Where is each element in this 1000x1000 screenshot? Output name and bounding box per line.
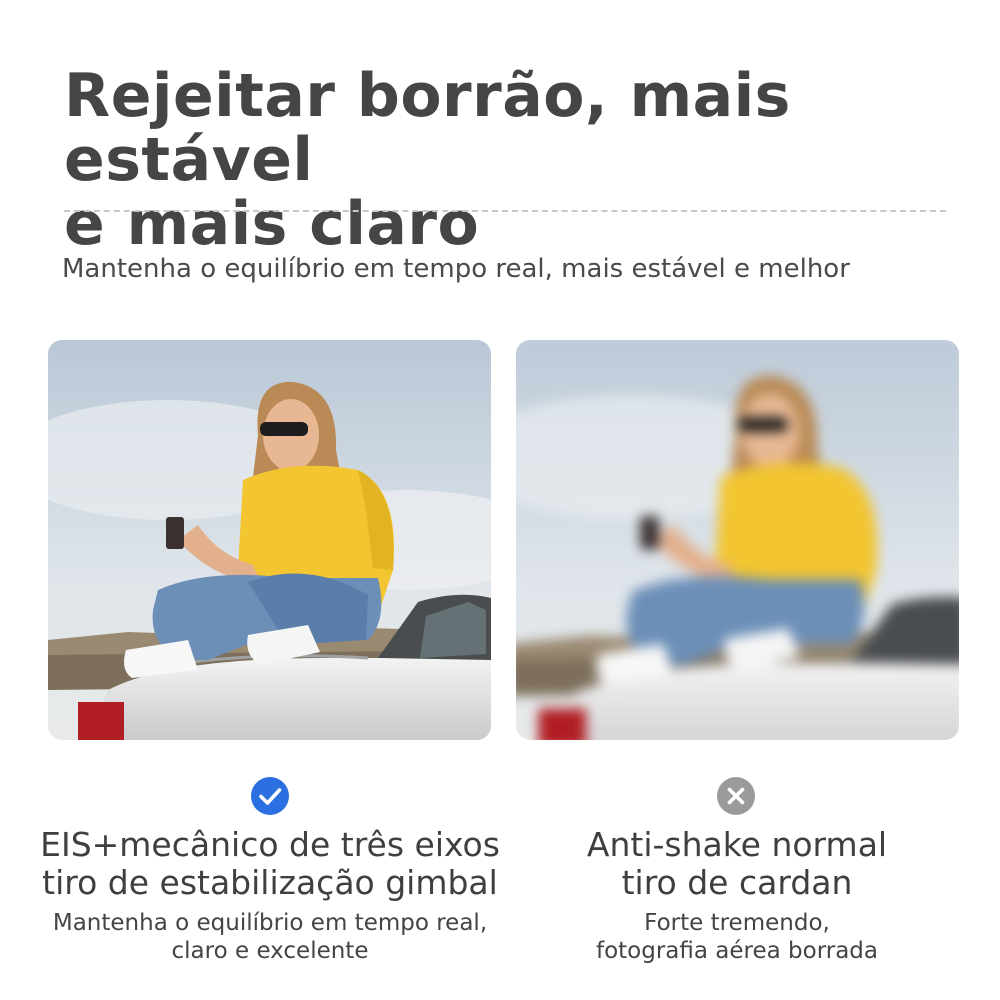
subtitle: Mantenha o equilíbrio em tempo real, mai…: [62, 254, 850, 284]
headline: Rejeitar borrão, mais estável e mais cla…: [64, 64, 964, 256]
normal-title-line-1: Anti-shake normal: [586, 825, 888, 864]
stabilized-desc-line-2: claro e excelente: [171, 938, 369, 964]
normal-desc-line-1: Forte tremendo,: [644, 910, 830, 936]
cross-icon: [717, 777, 755, 815]
check-icon: [251, 777, 289, 815]
stabilized-description: Mantenha o equilíbrio em tempo real, cla…: [20, 909, 520, 965]
blurred-woman-on-car-image: [516, 340, 959, 740]
stabilized-title: EIS+mecânico de três eixos tiro de estab…: [20, 826, 520, 902]
normal-title-line-2: tiro de cardan: [621, 863, 853, 902]
normal-title: Anti-shake normal tiro de cardan: [487, 826, 987, 902]
stabilized-title-line-1: EIS+mecânico de três eixos: [40, 825, 500, 864]
normal-desc-line-2: fotografia aérea borrada: [595, 938, 879, 964]
normal-description: Forte tremendo, fotografia aérea borrada: [487, 909, 987, 965]
headline-line-2: e mais claro: [64, 189, 480, 259]
stabilized-photo: [48, 340, 491, 740]
dashed-divider: [64, 210, 946, 212]
stabilized-desc-line-1: Mantenha o equilíbrio em tempo real,: [52, 910, 488, 936]
woman-on-car-image: [48, 340, 491, 740]
headline-line-1: Rejeitar borrão, mais estável: [64, 61, 791, 195]
blurred-photo: [516, 340, 959, 740]
stabilized-title-line-2: tiro de estabilização gimbal: [42, 863, 498, 902]
